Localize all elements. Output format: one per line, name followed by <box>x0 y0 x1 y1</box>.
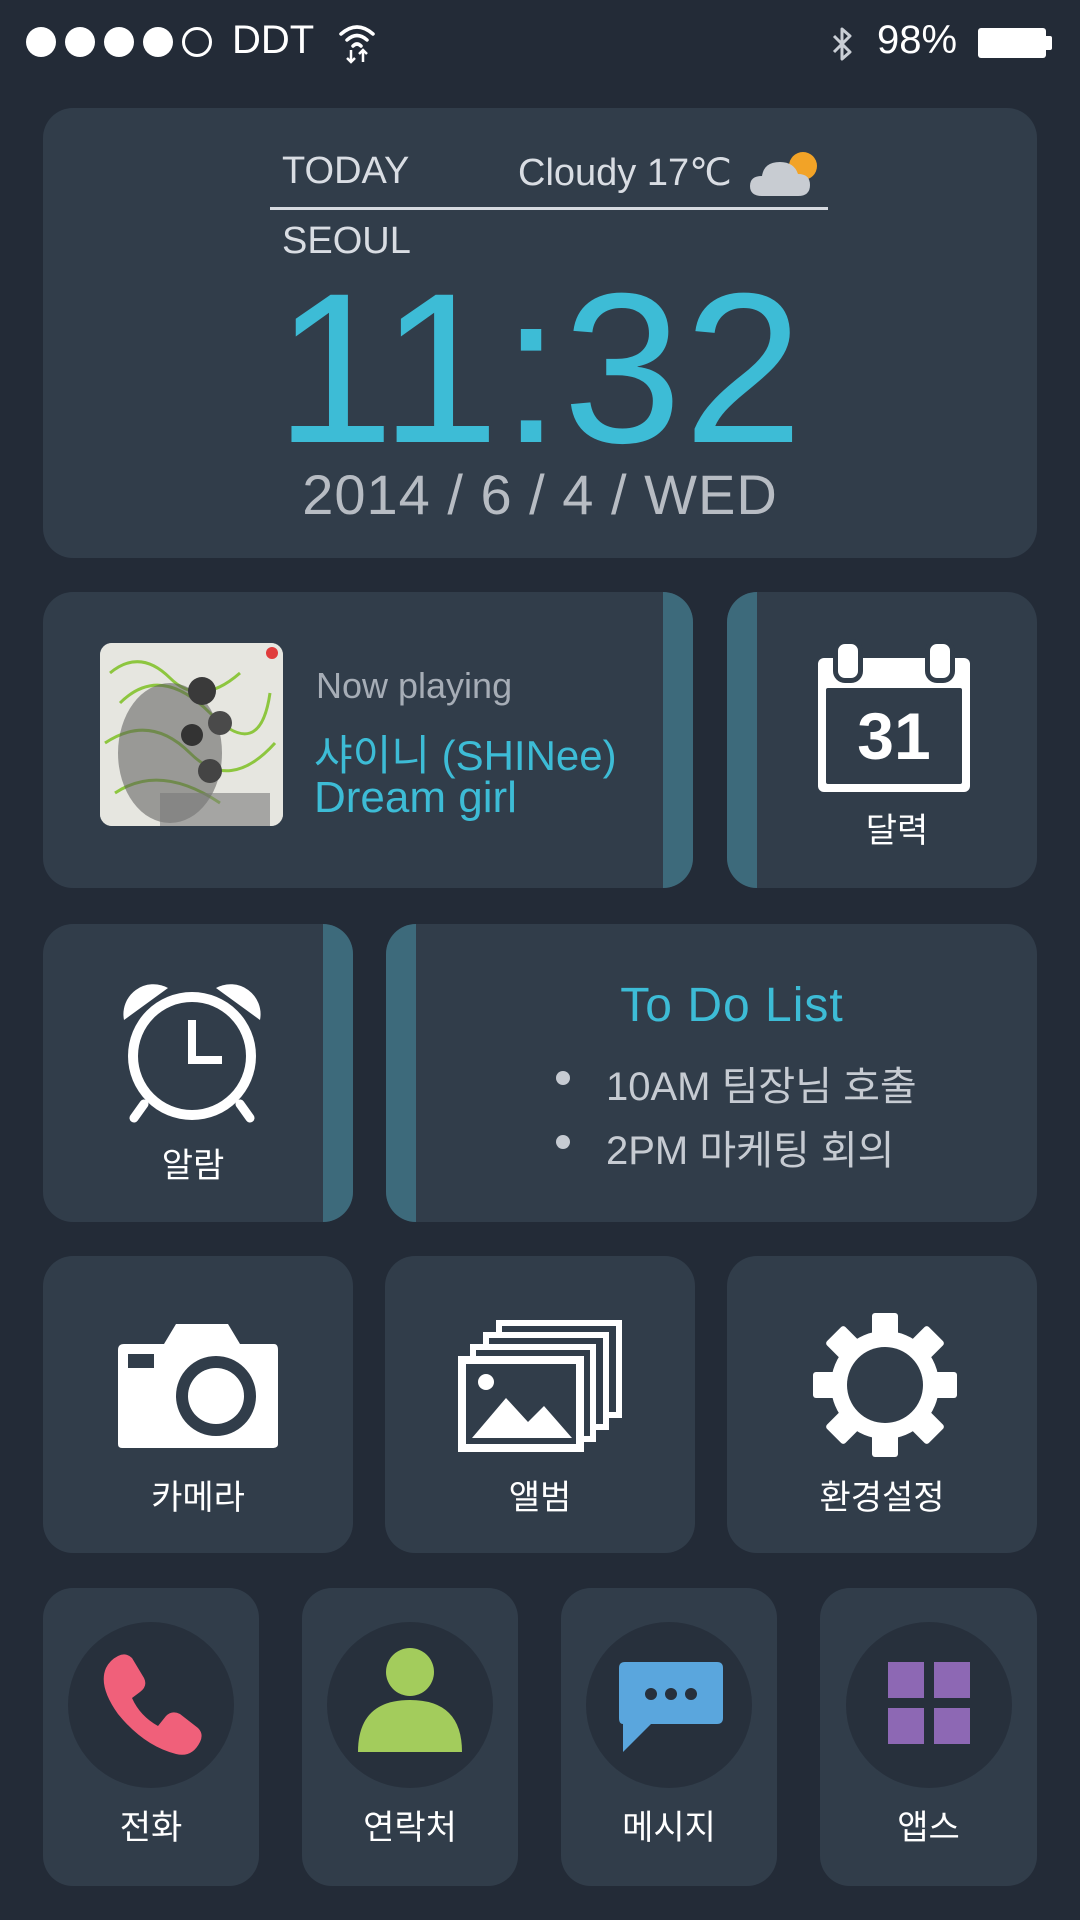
todo-item[interactable]: 10AM 팀장님 호출 <box>606 1054 917 1112</box>
battery-tip <box>1046 36 1052 50</box>
todo-item[interactable]: 2PM 마케팅 회의 <box>606 1118 894 1176</box>
signal-dot-empty <box>182 27 212 57</box>
calendar-icon: 31 <box>818 639 970 792</box>
message-icon <box>619 1662 723 1752</box>
weather-text: Cloudy 17℃ <box>518 152 732 194</box>
todo-bullet <box>556 1071 570 1085</box>
clock-date: 2014 / 6 / 4 / WED <box>302 463 778 526</box>
calendar-day: 31 <box>857 699 931 773</box>
alarm-clock-icon <box>123 984 261 1123</box>
now-playing-label: Now playing <box>316 665 513 706</box>
wifi-icon <box>339 25 375 64</box>
battery-percent: 98% <box>877 18 958 62</box>
messages-label: 메시지 <box>622 1809 716 1847</box>
music-accent-bar <box>663 592 693 888</box>
signal-dot <box>104 27 134 57</box>
signal-dot <box>143 27 173 57</box>
camera-label: 카메라 <box>151 1479 245 1517</box>
contact-icon <box>358 1648 462 1752</box>
contacts-label: 연락처 <box>363 1809 457 1847</box>
today-label: TODAY <box>282 150 410 192</box>
bluetooth-icon <box>832 27 852 61</box>
phone-icon <box>103 1654 202 1755</box>
alarm-label: 알람 <box>161 1147 225 1185</box>
calendar-label: 달력 <box>865 812 929 850</box>
album-icon <box>458 1320 622 1452</box>
clock-time: 11:32 <box>275 249 805 488</box>
camera-icon <box>118 1324 278 1448</box>
battery-icon <box>978 28 1046 58</box>
todo-accent-bar <box>386 924 416 1222</box>
album-label: 앨범 <box>508 1479 572 1517</box>
album-art[interactable] <box>100 643 283 826</box>
phone-label: 전화 <box>119 1809 183 1847</box>
apps-grid-icon <box>888 1662 970 1744</box>
settings-label: 환경설정 <box>819 1479 945 1517</box>
signal-dot <box>26 27 56 57</box>
carrier-name: DDT <box>232 18 315 62</box>
song-title: Dream girl <box>314 773 517 822</box>
apps-label: 앱스 <box>897 1809 960 1847</box>
weather-divider <box>270 207 828 210</box>
todo-bullet <box>556 1135 570 1149</box>
todo-title: To Do List <box>620 979 844 1032</box>
cloud-sun-icon <box>750 152 817 196</box>
gear-icon <box>813 1313 957 1457</box>
signal-dot <box>65 27 95 57</box>
status-bar: DDT 98% <box>0 0 1080 90</box>
